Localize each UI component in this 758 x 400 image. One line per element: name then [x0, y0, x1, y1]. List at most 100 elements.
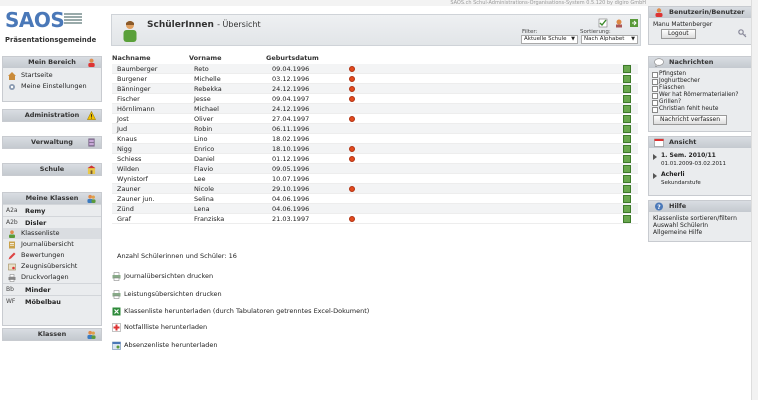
cell-nachname[interactable]: Wilden: [117, 164, 139, 174]
nav-klassenliste[interactable]: Klassenliste: [3, 228, 101, 239]
cell-nachname[interactable]: Zauner jun.: [117, 194, 155, 204]
student-detail-icon[interactable]: [623, 115, 631, 123]
student-detail-icon[interactable]: [623, 75, 631, 83]
student-detail-icon[interactable]: [623, 165, 631, 173]
help-link-general[interactable]: Allgemeine Hilfe: [649, 229, 751, 236]
cell-nachname[interactable]: Schiess: [117, 154, 141, 164]
mein-bereich-header[interactable]: Mein Bereich: [3, 57, 101, 68]
table-row[interactable]: Wilden Flavio 09.05.1996: [112, 164, 638, 174]
student-detail-icon[interactable]: [623, 195, 631, 203]
cell-nachname[interactable]: Wynistorf: [117, 174, 148, 184]
news-item[interactable]: Flaschen: [649, 85, 751, 92]
key-icon[interactable]: [738, 29, 747, 38]
help-link-sort[interactable]: Klassenliste sortieren/filtern: [649, 215, 751, 222]
schule-header[interactable]: Schule: [3, 164, 101, 175]
verwaltung-header[interactable]: Verwaltung: [3, 137, 101, 148]
news-header[interactable]: Nachrichten: [649, 57, 751, 68]
meine-klassen-header[interactable]: Meine Klassen: [3, 193, 101, 204]
student-detail-icon[interactable]: [623, 95, 631, 103]
cell-nachname[interactable]: Jud: [117, 124, 127, 134]
news-item[interactable]: Pfingsten: [649, 71, 751, 78]
table-row[interactable]: Bänninger Rebekka 24.12.1996: [112, 84, 638, 94]
table-row[interactable]: Jud Robin 06.11.1996: [112, 124, 638, 134]
cell-nachname[interactable]: Bänninger: [117, 84, 150, 94]
cell-nachname[interactable]: Zauner: [117, 184, 140, 194]
alert-dot-icon: [349, 116, 355, 122]
table-row[interactable]: Zünd Lena 04.06.1996: [112, 204, 638, 214]
news-item[interactable]: Christian fehlt heute: [649, 106, 751, 113]
filter-select[interactable]: Aktuelle Schule ▼: [521, 35, 578, 44]
table-row[interactable]: Jost Oliver 27.04.1997: [112, 114, 638, 124]
table-row[interactable]: Zauner Nicole 29.10.1996: [112, 184, 638, 194]
link-klassenliste-download[interactable]: Klassenliste herunterladen (durch Tabula…: [112, 305, 369, 317]
sort-select[interactable]: Nach Alphabet ▼: [581, 35, 638, 44]
student-detail-icon[interactable]: [623, 135, 631, 143]
semester-selector[interactable]: 1. Sem. 2010/11 01.01.2009-03.02.2011: [649, 152, 751, 168]
student-detail-icon[interactable]: [623, 155, 631, 163]
col-nachname[interactable]: Nachname: [112, 54, 151, 62]
page-scrollbar[interactable]: [751, 0, 758, 400]
export-icon[interactable]: [629, 18, 639, 28]
help-link-select[interactable]: Auswahl SchülerIn: [649, 222, 751, 229]
class-row-a2b[interactable]: A2b Disler: [3, 216, 101, 228]
table-row[interactable]: Fischer Jesse 09.04.1997: [112, 94, 638, 104]
table-row[interactable]: Knaus Lino 18.02.1996: [112, 134, 638, 144]
class-row-wf[interactable]: WF Möbelbau: [3, 295, 101, 307]
student-detail-icon[interactable]: [623, 65, 631, 73]
cell-nachname[interactable]: Baumberger: [117, 64, 157, 74]
table-row[interactable]: Nigg Enrico 18.10.1996: [112, 144, 638, 154]
alert-dot-icon: [349, 216, 355, 222]
edit-icon[interactable]: [614, 18, 624, 28]
col-vorname[interactable]: Vorname: [189, 54, 222, 62]
logout-button[interactable]: Logout: [661, 29, 696, 39]
link-absenzen-download[interactable]: Absenzenliste herunterladen: [112, 339, 218, 351]
cell-nachname[interactable]: Jost: [117, 114, 129, 124]
link-journal-print[interactable]: Journalübersichten drucken: [112, 270, 213, 282]
klassen-header[interactable]: Klassen: [3, 329, 101, 340]
cell-nachname[interactable]: Zünd: [117, 204, 134, 214]
student-detail-icon[interactable]: [623, 125, 631, 133]
nav-meine-einstellungen[interactable]: Meine Einstellungen: [3, 81, 101, 92]
student-detail-icon[interactable]: [623, 145, 631, 153]
student-detail-icon[interactable]: [623, 185, 631, 193]
school-selector[interactable]: Acherli Sekundarstufe: [649, 171, 751, 187]
link-leistung-print[interactable]: Leistungsübersichten drucken: [112, 288, 222, 300]
news-item[interactable]: Grillen?: [649, 99, 751, 106]
cell-nachname[interactable]: Knaus: [117, 134, 137, 144]
table-row[interactable]: Schiess Daniel 01.12.1996: [112, 154, 638, 164]
user-header: Benutzerin/Benutzer: [649, 7, 751, 18]
help-header[interactable]: ? Hilfe: [649, 201, 751, 212]
nav-startseite[interactable]: Startseite: [3, 70, 101, 81]
administration-header[interactable]: Administration: [3, 110, 101, 121]
compose-message-button[interactable]: Nachricht verfassen: [653, 115, 728, 125]
cell-nachname[interactable]: Nigg: [117, 144, 132, 154]
news-item[interactable]: Wer hat Römermaterialien?: [649, 92, 751, 99]
cell-nachname[interactable]: Fischer: [117, 94, 140, 104]
nav-bewertungen[interactable]: Bewertungen: [3, 250, 101, 261]
view-header[interactable]: Ansicht: [649, 137, 751, 148]
nav-journaluebersicht[interactable]: Journalübersicht: [3, 239, 101, 250]
table-row[interactable]: Wynistorf Lee 10.07.1996: [112, 174, 638, 184]
student-detail-icon[interactable]: [623, 175, 631, 183]
nav-zeugnisuebersicht[interactable]: Zeugnisübersicht: [3, 261, 101, 272]
table-row[interactable]: Hörnlimann Michael 24.12.1996: [112, 104, 638, 114]
cell-nachname[interactable]: Hörnlimann: [117, 104, 155, 114]
student-detail-icon[interactable]: [623, 85, 631, 93]
cell-nachname[interactable]: Graf: [117, 214, 131, 224]
table-row[interactable]: Baumberger Reto 09.04.1996: [112, 64, 638, 74]
cell-nachname[interactable]: Burgener: [117, 74, 147, 84]
student-detail-icon[interactable]: [623, 105, 631, 113]
link-notfall-download[interactable]: Notfallliste herunterladen: [112, 321, 207, 333]
student-detail-icon[interactable]: [623, 215, 631, 223]
check-print-icon[interactable]: [598, 18, 608, 28]
logo[interactable]: SAOS Präsentationsgemeinde: [2, 8, 102, 52]
news-item[interactable]: Joghurtbecher: [649, 78, 751, 85]
class-row-bb[interactable]: Bb Minder: [3, 283, 101, 295]
class-row-a2a[interactable]: A2a Remy: [3, 204, 101, 216]
table-row[interactable]: Zauner jun. Selina 04.06.1996: [112, 194, 638, 204]
col-geburtsdatum[interactable]: Geburtsdatum: [266, 54, 319, 62]
nav-druckvorlagen[interactable]: Druckvorlagen: [3, 272, 101, 283]
table-row[interactable]: Burgener Michelle 03.12.1996: [112, 74, 638, 84]
table-row[interactable]: Graf Franziska 21.03.1997: [112, 214, 638, 224]
student-detail-icon[interactable]: [623, 205, 631, 213]
